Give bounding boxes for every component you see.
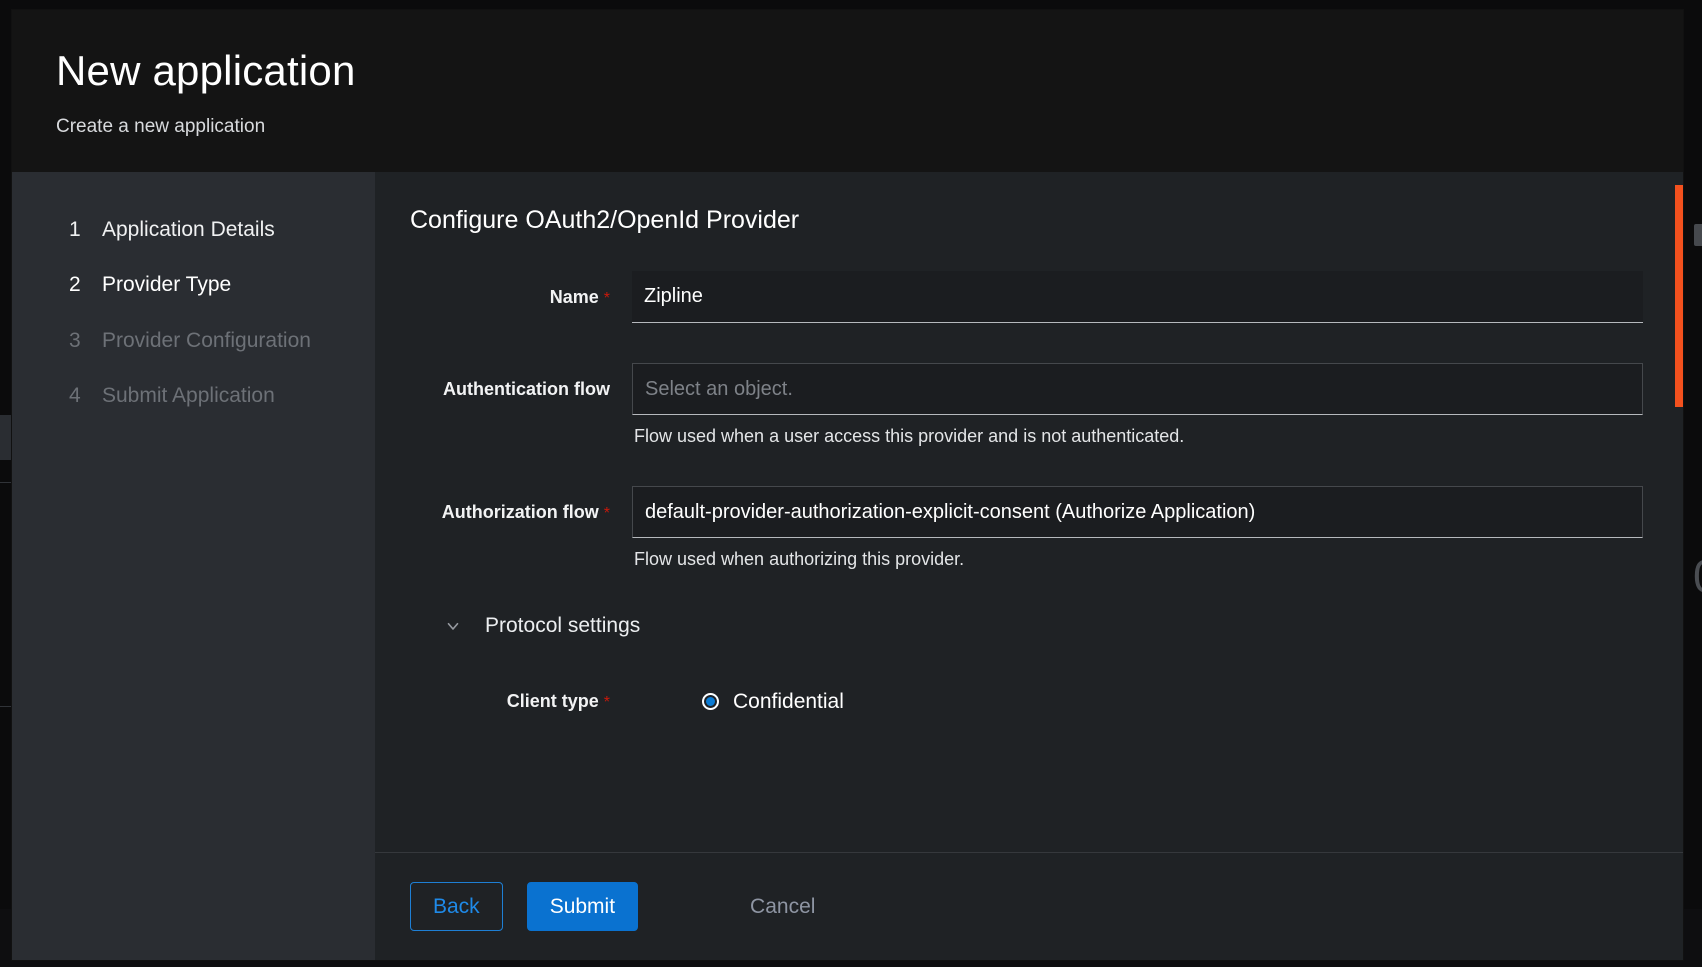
wizard-step-provider-type[interactable]: 2 Provider Type	[12, 257, 375, 312]
wizard-step-number: 4	[69, 384, 81, 408]
provider-config-form: Configure OAuth2/OpenId Provider Name* A…	[375, 172, 1683, 852]
field-row-authorization-flow: Authorization flow* Flow used when autho…	[410, 486, 1643, 571]
name-label: Name *	[549, 287, 610, 308]
wizard-step-number: 1	[69, 218, 81, 242]
background-left-divider	[0, 482, 12, 483]
authorization-flow-help: Flow used when authorizing this provider…	[634, 549, 965, 570]
field-row-client-type: Client type * Confidential	[410, 690, 1643, 714]
required-asterisk: *	[603, 290, 610, 308]
authentication-flow-input[interactable]	[632, 363, 1643, 416]
client-type-option-label: Confidential	[733, 689, 844, 713]
authentication-flow-label: Authentication flow	[443, 379, 610, 400]
wizard-step-submit-application[interactable]: 4 Submit Application	[12, 368, 375, 423]
field-row-name: Name *	[410, 271, 1643, 325]
form-heading: Configure OAuth2/OpenId Provider	[410, 206, 800, 235]
wizard-step-label: Provider Type	[102, 273, 232, 297]
page-subtitle: Create a new application	[56, 116, 266, 138]
authorization-flow-input[interactable]	[632, 486, 1643, 539]
modal-body: 1 Application Details 2 Provider Type 3 …	[12, 172, 1683, 960]
client-type-radio-confidential[interactable]: Confidential	[702, 690, 844, 714]
required-asterisk: *	[603, 694, 610, 712]
submit-button[interactable]: Submit	[526, 882, 639, 931]
modal-scrollbar[interactable]	[1675, 185, 1683, 960]
wizard-content: Configure OAuth2/OpenId Provider Name* A…	[375, 172, 1683, 960]
wizard-step-number: 2	[69, 273, 81, 297]
client-type-label: Client type *	[506, 691, 610, 712]
name-input[interactable]	[632, 271, 1643, 324]
modal-scrollbar-thumb[interactable]	[1675, 185, 1683, 407]
protocol-settings-toggle[interactable]: Protocol settings	[443, 614, 1643, 638]
wizard-footer: Back Submit Cancel	[375, 852, 1683, 960]
authentication-flow-help: Flow used when a user access this provid…	[634, 426, 1185, 447]
wizard-step-label: Provider Configuration	[102, 328, 311, 352]
back-button[interactable]: Back	[410, 882, 503, 931]
protocol-settings-label: Protocol settings	[485, 613, 641, 637]
wizard-step-application-details[interactable]: 1 Application Details	[12, 202, 375, 257]
chevron-down-icon	[443, 616, 463, 636]
wizard-steps-nav: 1 Application Details 2 Provider Type 3 …	[12, 172, 375, 960]
wizard-step-provider-configuration[interactable]: 3 Provider Configuration	[12, 313, 375, 368]
field-row-authentication-flow: Authentication flow Flow used when a use…	[410, 363, 1643, 448]
wizard-step-label: Submit Application	[102, 384, 275, 408]
new-application-modal: New application Create a new application…	[12, 10, 1683, 960]
authorization-flow-label: Authorization flow *	[441, 502, 610, 523]
wizard-step-label: Application Details	[102, 218, 275, 242]
cancel-button[interactable]: Cancel	[728, 882, 837, 931]
background-left-divider	[0, 706, 12, 707]
page-title: New application	[56, 47, 356, 94]
modal-header: New application Create a new application	[12, 10, 1683, 173]
wizard-step-number: 3	[69, 328, 81, 352]
radio-selected-icon[interactable]	[702, 693, 719, 711]
required-asterisk: *	[603, 505, 610, 523]
